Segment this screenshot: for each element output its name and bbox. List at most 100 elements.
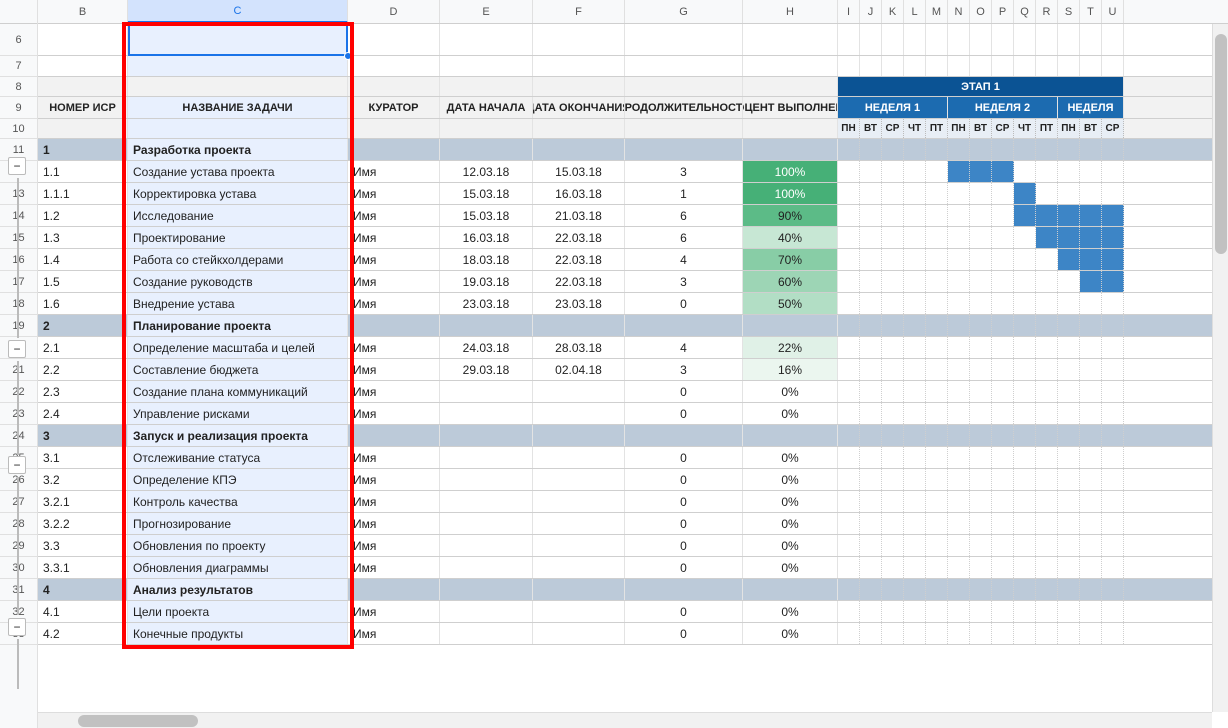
gantt-cell[interactable] [992,381,1014,402]
gantt-cell[interactable] [1080,359,1102,380]
curator-cell[interactable]: Имя [348,535,440,556]
cell-F-19[interactable] [533,315,625,336]
row-26[interactable]: 3.2Определение КПЭИмя00% [38,469,1228,491]
gantt-cell[interactable] [838,359,860,380]
end-cell[interactable]: 23.03.18 [533,293,625,314]
cell-E-6[interactable] [440,24,533,55]
gantt-cell[interactable] [948,381,970,402]
curator-cell[interactable]: Имя [348,249,440,270]
gantt-cell[interactable] [1058,513,1080,534]
gantt-cell[interactable] [838,271,860,292]
gantt-cell[interactable] [1014,403,1036,424]
phase-task-3[interactable]: Запуск и реализация проекта [128,425,348,446]
gantt-cell[interactable] [948,447,970,468]
gantt-cell[interactable] [838,513,860,534]
duration-cell[interactable]: 0 [625,513,743,534]
percent-cell[interactable]: 0% [743,469,838,490]
gantt-cell[interactable] [948,535,970,556]
row-header-21[interactable]: 21 [0,359,38,381]
gantt-cell[interactable] [1102,557,1124,578]
curator-cell[interactable]: Имя [348,513,440,534]
row-17[interactable]: 1.5Создание руководствИмя19.03.1822.03.1… [38,271,1228,293]
duration-cell[interactable]: 4 [625,337,743,358]
curator-cell[interactable]: Имя [348,293,440,314]
cell-E-10[interactable] [440,119,533,138]
gantt-cell[interactable] [882,205,904,226]
phase-task-2[interactable]: Планирование проекта [128,315,348,336]
gantt-cell[interactable] [1102,447,1124,468]
task-cell[interactable]: Определение КПЭ [128,469,348,490]
cell-M-6[interactable] [926,24,948,55]
wbs-cell[interactable]: 3.1 [38,447,128,468]
start-cell[interactable] [440,535,533,556]
row-15[interactable]: 1.3ПроектированиеИмя16.03.1822.03.18640% [38,227,1228,249]
gantt-cell[interactable] [838,205,860,226]
row-header-10[interactable]: 10 [0,119,38,139]
gantt-cell[interactable] [838,249,860,270]
gantt-cell[interactable] [926,447,948,468]
cell-H-10[interactable] [743,119,838,138]
wbs-cell[interactable]: 4.1 [38,601,128,622]
cell-P-31[interactable] [992,579,1014,600]
gantt-cell[interactable] [1102,601,1124,622]
col-header-R[interactable]: R [1036,0,1058,23]
row-33[interactable]: 4.2Конечные продуктыИмя00% [38,623,1228,645]
gantt-cell[interactable] [948,161,970,182]
gantt-cell[interactable] [992,469,1014,490]
cell-D-31[interactable] [348,579,440,600]
duration-cell[interactable]: 6 [625,227,743,248]
gantt-cell[interactable] [1102,293,1124,314]
row-header-19[interactable]: 19 [0,315,38,337]
gantt-cell[interactable] [904,227,926,248]
gantt-cell[interactable] [1014,205,1036,226]
gantt-cell[interactable] [926,381,948,402]
gantt-cell[interactable] [904,513,926,534]
gantt-cell[interactable] [1058,249,1080,270]
end-cell[interactable]: 15.03.18 [533,161,625,182]
cell-N-19[interactable] [948,315,970,336]
task-cell[interactable]: Создание устава проекта [128,161,348,182]
cell-S-31[interactable] [1058,579,1080,600]
row-6[interactable] [38,24,1228,56]
curator-cell[interactable]: Имя [348,557,440,578]
end-cell[interactable]: 28.03.18 [533,337,625,358]
cell-E-11[interactable] [440,139,533,160]
cell-R-31[interactable] [1036,579,1058,600]
cell-M-7[interactable] [926,56,948,76]
percent-cell[interactable]: 0% [743,623,838,644]
gantt-cell[interactable] [1102,491,1124,512]
gantt-cell[interactable] [860,205,882,226]
cell-K-31[interactable] [882,579,904,600]
gantt-cell[interactable] [1036,205,1058,226]
duration-cell[interactable]: 0 [625,381,743,402]
hdr-task[interactable]: НАЗВАНИЕ ЗАДАЧИ [128,97,348,118]
gantt-cell[interactable] [1014,601,1036,622]
gantt-cell[interactable] [1036,249,1058,270]
task-cell[interactable]: Корректировка устава [128,183,348,204]
col-header-I[interactable]: I [838,0,860,23]
cell-J-19[interactable] [860,315,882,336]
vscroll-thumb[interactable] [1215,34,1227,254]
col-header-B[interactable]: B [38,0,128,23]
gantt-cell[interactable] [1014,271,1036,292]
percent-cell[interactable]: 0% [743,535,838,556]
percent-cell[interactable]: 100% [743,161,838,182]
cell-M-19[interactable] [926,315,948,336]
gantt-cell[interactable] [1036,227,1058,248]
cell-D-24[interactable] [348,425,440,446]
gantt-cell[interactable] [948,623,970,644]
task-cell[interactable]: Составление бюджета [128,359,348,380]
curator-cell[interactable]: Имя [348,491,440,512]
phase-wbs-2[interactable]: 2 [38,315,128,336]
cell-L-11[interactable] [904,139,926,160]
row-23[interactable]: 2.4Управление рискамиИмя00% [38,403,1228,425]
cell-R-7[interactable] [1036,56,1058,76]
cell-O-11[interactable] [970,139,992,160]
row-8[interactable]: ЭТАП 1 [38,77,1228,97]
end-cell[interactable] [533,513,625,534]
duration-cell[interactable]: 0 [625,557,743,578]
gantt-cell[interactable] [1014,535,1036,556]
gantt-cell[interactable] [882,513,904,534]
gantt-cell[interactable] [926,535,948,556]
cell-F-8[interactable] [533,77,625,96]
